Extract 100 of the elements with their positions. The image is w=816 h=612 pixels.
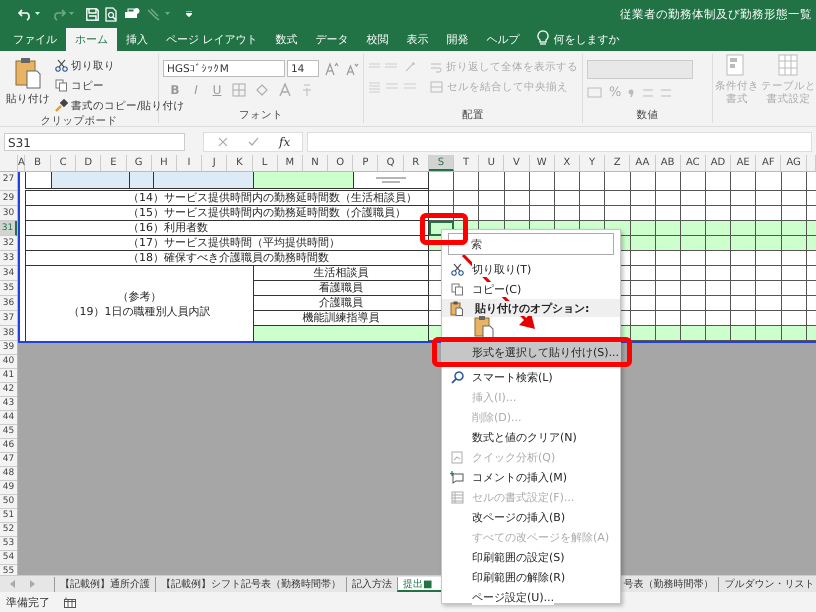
grid-cell[interactable] bbox=[630, 221, 656, 236]
row-header[interactable]: 41 bbox=[0, 369, 17, 383]
column-header[interactable]: H bbox=[152, 155, 177, 171]
grid-cell[interactable] bbox=[580, 191, 606, 206]
grid-cell[interactable] bbox=[782, 172, 807, 191]
grid-cell[interactable] bbox=[706, 251, 732, 266]
grid-cell[interactable] bbox=[731, 326, 756, 341]
grid-cell[interactable] bbox=[782, 191, 807, 206]
grow-font-icon[interactable] bbox=[325, 62, 339, 76]
grid-cell[interactable] bbox=[680, 191, 706, 206]
column-header[interactable]: AC bbox=[680, 155, 706, 171]
row-header[interactable]: 38 bbox=[0, 326, 17, 341]
search-field[interactable]: 索 bbox=[448, 233, 614, 255]
grid-cell[interactable] bbox=[429, 172, 454, 191]
ribbon-tab[interactable]: 挿入 bbox=[117, 28, 157, 51]
column-header[interactable]: P bbox=[353, 155, 378, 171]
grid-cell[interactable] bbox=[756, 221, 782, 236]
column-header[interactable]: N bbox=[302, 155, 328, 171]
ribbon-tab[interactable]: 開発 bbox=[438, 28, 478, 51]
grid-cell[interactable] bbox=[731, 191, 756, 206]
name-box[interactable]: S31 bbox=[4, 133, 185, 151]
print-preview-icon[interactable] bbox=[105, 6, 118, 22]
grid-cell[interactable] bbox=[782, 326, 807, 341]
menu-item[interactable]: 形式を選択して貼り付け(S)... bbox=[442, 342, 620, 362]
grid-cell[interactable] bbox=[756, 236, 782, 251]
column-header[interactable]: C bbox=[51, 155, 76, 171]
grid-cell[interactable] bbox=[706, 221, 732, 236]
grid-cell[interactable] bbox=[756, 326, 782, 341]
row-header[interactable]: 43 bbox=[0, 397, 17, 411]
font-color-icon[interactable] bbox=[278, 83, 292, 97]
column-header[interactable]: X bbox=[554, 155, 580, 171]
column-header[interactable]: S bbox=[428, 155, 454, 171]
column-header[interactable]: Y bbox=[580, 155, 606, 171]
grid-cell[interactable] bbox=[706, 172, 732, 191]
column-header[interactable]: M bbox=[278, 155, 303, 171]
row-header[interactable]: 49 bbox=[0, 481, 17, 495]
row-header[interactable]: 33 bbox=[0, 251, 17, 266]
undo-icon[interactable] bbox=[18, 7, 32, 21]
row-header[interactable]: 44 bbox=[0, 411, 17, 425]
grid-cell[interactable] bbox=[706, 281, 732, 296]
grid-cell[interactable] bbox=[454, 191, 480, 206]
grid-cell[interactable] bbox=[656, 172, 681, 191]
grid-cell[interactable] bbox=[656, 251, 681, 266]
row-header[interactable]: 53 bbox=[0, 537, 17, 551]
column-header[interactable]: K bbox=[227, 155, 252, 171]
menu-item[interactable]: 印刷範囲の設定(S) bbox=[442, 547, 620, 567]
menu-item[interactable]: 数式と値のクリア(N) bbox=[442, 427, 620, 447]
grid-cell[interactable] bbox=[630, 296, 656, 311]
grid-cell[interactable] bbox=[554, 172, 580, 191]
grid-cell[interactable] bbox=[429, 191, 454, 206]
ribbon-tab[interactable]: 校閲 bbox=[358, 28, 398, 51]
column-header[interactable]: T bbox=[454, 155, 480, 171]
row-header[interactable]: 29 bbox=[0, 191, 17, 206]
grid-cell[interactable] bbox=[756, 191, 782, 206]
row-header[interactable]: 45 bbox=[0, 425, 17, 439]
grid-cell[interactable] bbox=[630, 172, 656, 191]
column-header[interactable]: AE bbox=[731, 155, 756, 171]
column-header[interactable]: I bbox=[176, 155, 202, 171]
grid-cell[interactable] bbox=[630, 281, 656, 296]
row-header[interactable]: 35 bbox=[0, 281, 17, 296]
tell-me-field[interactable]: 何をしますか bbox=[552, 27, 656, 51]
grid-cell[interactable] bbox=[630, 326, 656, 341]
row-header[interactable]: 50 bbox=[0, 495, 17, 509]
column-header[interactable]: Q bbox=[378, 155, 404, 171]
grid-cell[interactable] bbox=[530, 172, 555, 191]
row-header[interactable]: 51 bbox=[0, 509, 17, 523]
grid-cell[interactable] bbox=[706, 296, 732, 311]
grid-cell[interactable] bbox=[756, 251, 782, 266]
grid-cell[interactable] bbox=[782, 251, 807, 266]
grid-cell[interactable] bbox=[680, 296, 706, 311]
insert-function-button[interactable]: fx bbox=[279, 135, 290, 149]
column-header[interactable]: G bbox=[126, 155, 152, 171]
column-header[interactable]: L bbox=[252, 155, 278, 171]
menu-item[interactable]: 切り取り(T) bbox=[442, 259, 620, 279]
column-header[interactable]: Z bbox=[605, 155, 630, 171]
grid-cell[interactable] bbox=[731, 172, 756, 191]
grid-cell[interactable] bbox=[782, 281, 807, 296]
column-header[interactable]: V bbox=[504, 155, 530, 171]
ribbon-tab[interactable]: ホーム bbox=[66, 28, 117, 51]
column-header[interactable]: O bbox=[328, 155, 354, 171]
grid-cell[interactable] bbox=[731, 296, 756, 311]
grid-cell[interactable] bbox=[782, 236, 807, 251]
grid-cell[interactable] bbox=[656, 221, 681, 236]
column-header[interactable]: AB bbox=[656, 155, 681, 171]
column-header[interactable]: AA bbox=[630, 155, 656, 171]
grid-cell[interactable] bbox=[680, 326, 706, 341]
ribbon-tab[interactable]: 表示 bbox=[398, 28, 438, 51]
grid-cell[interactable] bbox=[630, 251, 656, 266]
grid-cell[interactable] bbox=[454, 172, 480, 191]
column-header[interactable]: AF bbox=[756, 155, 782, 171]
grid-cell[interactable] bbox=[656, 266, 681, 281]
grid-cell[interactable] bbox=[479, 191, 505, 206]
grid-cell[interactable] bbox=[731, 281, 756, 296]
grid-cell[interactable] bbox=[731, 221, 756, 236]
row-header[interactable]: 42 bbox=[0, 383, 17, 397]
grid-cell[interactable] bbox=[605, 191, 630, 206]
ribbon-tab[interactable]: ヘルプ bbox=[478, 28, 528, 51]
row-header[interactable]: 37 bbox=[0, 311, 17, 326]
menu-item[interactable]: コピー(C) bbox=[442, 279, 620, 299]
grid-cell[interactable] bbox=[656, 236, 681, 251]
